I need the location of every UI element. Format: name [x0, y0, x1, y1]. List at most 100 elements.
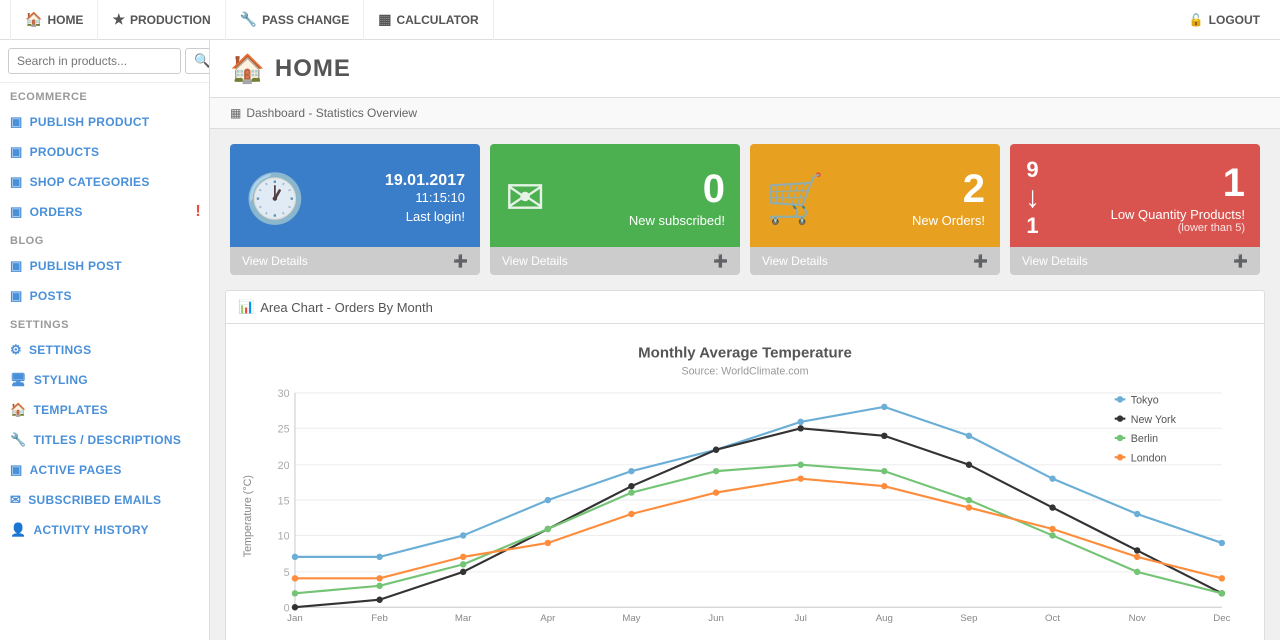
- logout-button[interactable]: 🔓 LOGOUT: [1179, 13, 1270, 27]
- chart-body: Monthly Average Temperature Source: Worl…: [226, 324, 1264, 640]
- nav-home[interactable]: 🏠 HOME: [10, 0, 98, 40]
- card-new-orders-label: New Orders!: [912, 213, 985, 228]
- num-top: 9: [1026, 159, 1038, 181]
- nav-production[interactable]: ★ PRODUCTION: [98, 0, 225, 40]
- sidebar-item-posts[interactable]: ▣ POSTS: [0, 281, 209, 311]
- sidebar-item-subscribed-emails[interactable]: ✉ SUBSCRIBED EMAILS: [0, 485, 209, 515]
- page-title: HOME: [275, 55, 351, 83]
- subscribed-emails-icon: ✉: [10, 492, 21, 508]
- top-navigation: 🏠 HOME ★ PRODUCTION 🔧 PASS CHANGE ▦ CALC…: [0, 0, 1280, 40]
- sidebar-item-posts-label: POSTS: [30, 289, 72, 303]
- svg-text:Temperature (°C): Temperature (°C): [242, 475, 254, 557]
- orders-icon: ▣: [10, 204, 23, 220]
- svg-text:15: 15: [278, 495, 290, 507]
- sidebar-item-publish-post[interactable]: ▣ PUBLISH POST: [0, 251, 209, 281]
- sidebar-item-templates-label: TEMPLATES: [34, 403, 108, 417]
- card-low-quantity: 9 ↓ 1 1 Low Quantity Products! (lower th…: [1010, 144, 1260, 275]
- arrow-numbers: 9 ↓ 1: [1025, 159, 1040, 237]
- card-new-orders-footer[interactable]: View Details ➕: [750, 247, 1000, 275]
- svg-text:Source: WorldClimate.com: Source: WorldClimate.com: [681, 366, 808, 378]
- svg-text:London: London: [1131, 453, 1167, 465]
- sidebar-item-publish-product[interactable]: ▣ PUBLISH PRODUCT: [0, 107, 209, 137]
- card-new-orders-number: 2: [912, 169, 985, 209]
- nav-calculator[interactable]: ▦ CALCULATOR: [364, 0, 493, 40]
- sidebar-item-orders[interactable]: ▣ ORDERS !: [0, 197, 209, 227]
- area-chart: Monthly Average Temperature Source: Worl…: [236, 334, 1254, 634]
- calculator-icon: ▦: [378, 11, 391, 28]
- sidebar-item-shop-categories[interactable]: ▣ SHOP CATEGORIES: [0, 167, 209, 197]
- card-new-orders-info: 2 New Orders!: [912, 169, 985, 228]
- svg-text:30: 30: [278, 388, 290, 400]
- card-last-login-footer[interactable]: View Details ➕: [230, 247, 480, 275]
- star-icon: ★: [112, 11, 125, 28]
- sidebar-item-titles-descriptions[interactable]: 🔧 TITLES / DESCRIPTIONS: [0, 425, 209, 455]
- sidebar-item-templates[interactable]: 🏠 TEMPLATES: [0, 395, 209, 425]
- svg-text:Mar: Mar: [455, 613, 472, 624]
- svg-text:Feb: Feb: [371, 613, 388, 624]
- stat-cards-row: 🕐 19.01.2017 11:15:10 Last login! View D…: [210, 129, 1280, 285]
- search-button[interactable]: 🔍: [185, 48, 210, 74]
- logout-icon: 🔓: [1189, 13, 1204, 27]
- nav-pass-change-label: PASS CHANGE: [262, 13, 349, 27]
- ecommerce-section-label: ECOMMERCE: [0, 83, 209, 107]
- card-new-subscribed-footer[interactable]: View Details ➕: [490, 247, 740, 275]
- sidebar-item-publish-product-label: PUBLISH PRODUCT: [30, 115, 150, 129]
- card-new-subscribed-number: 0: [629, 169, 725, 209]
- svg-text:Nov: Nov: [1129, 613, 1146, 624]
- orders-badge: !: [195, 203, 201, 221]
- svg-text:Dec: Dec: [1213, 613, 1230, 624]
- arrow-circle-icon-2: ➕: [973, 254, 988, 268]
- card-last-login-time: 11:15:10: [385, 190, 465, 205]
- card-low-quantity-footer[interactable]: View Details ➕: [1010, 247, 1260, 275]
- card-new-subscribed-info: 0 New subscribed!: [629, 169, 725, 228]
- breadcrumb-text: Dashboard - Statistics Overview: [246, 106, 417, 120]
- search-icon: 🔍: [194, 53, 210, 68]
- publish-post-icon: ▣: [10, 258, 23, 274]
- sidebar-item-products[interactable]: ▣ PRODUCTS: [0, 137, 209, 167]
- card-low-quantity-label: Low Quantity Products!: [1111, 207, 1245, 222]
- page-header: 🏠 HOME: [210, 40, 1280, 98]
- sidebar-item-publish-post-label: PUBLISH POST: [30, 259, 122, 273]
- card-low-quantity-info: 1 Low Quantity Products! (lower than 5): [1111, 163, 1245, 234]
- svg-text:Jun: Jun: [708, 613, 724, 624]
- wrench-icon: 🔧: [240, 11, 257, 28]
- svg-text:Sep: Sep: [960, 613, 977, 624]
- envelope-icon: ✉: [505, 170, 545, 226]
- sidebar-item-shop-categories-label: SHOP CATEGORIES: [30, 175, 150, 189]
- svg-text:Berlin: Berlin: [1131, 433, 1158, 445]
- svg-text:Tokyo: Tokyo: [1131, 395, 1159, 407]
- svg-text:Apr: Apr: [540, 613, 556, 624]
- card-last-login-label: Last login!: [385, 209, 465, 224]
- posts-icon: ▣: [10, 288, 23, 304]
- templates-icon: 🏠: [10, 402, 27, 418]
- active-pages-icon: ▣: [10, 462, 23, 478]
- sidebar-item-styling[interactable]: 🖥 STYLING: [0, 365, 209, 395]
- card-last-login: 🕐 19.01.2017 11:15:10 Last login! View D…: [230, 144, 480, 275]
- nav-pass-change[interactable]: 🔧 PASS CHANGE: [226, 0, 365, 40]
- sidebar-item-activity-history[interactable]: 👤 ACTIVITY HISTORY: [0, 515, 209, 545]
- sidebar-item-settings[interactable]: ⚙ SETTINGS: [0, 335, 209, 365]
- card-last-login-body: 🕐 19.01.2017 11:15:10 Last login!: [230, 144, 480, 247]
- card-low-quantity-footer-label: View Details: [1022, 254, 1088, 268]
- chart-section: 📊 Area Chart - Orders By Month Monthly A…: [225, 290, 1265, 640]
- svg-text:May: May: [622, 613, 640, 624]
- svg-text:Monthly Average Temperature: Monthly Average Temperature: [638, 345, 852, 362]
- search-input[interactable]: [8, 48, 181, 74]
- arrow-circle-icon-1: ➕: [713, 254, 728, 268]
- card-low-quantity-sublabel: (lower than 5): [1111, 222, 1245, 234]
- card-new-orders-body: 🛒 2 New Orders!: [750, 144, 1000, 247]
- svg-text:New York: New York: [1131, 414, 1177, 426]
- svg-text:Aug: Aug: [876, 613, 893, 624]
- num-bottom: 1: [1026, 215, 1038, 237]
- titles-icon: 🔧: [10, 432, 27, 448]
- nav-production-label: PRODUCTION: [130, 13, 211, 27]
- card-last-login-date: 19.01.2017: [385, 172, 465, 190]
- sidebar-item-active-pages[interactable]: ▣ ACTIVE PAGES: [0, 455, 209, 485]
- breadcrumb: ▦ Dashboard - Statistics Overview: [210, 98, 1280, 129]
- arrow-circle-icon-0: ➕: [453, 254, 468, 268]
- svg-text:20: 20: [278, 460, 290, 472]
- chart-header: 📊 Area Chart - Orders By Month: [226, 291, 1264, 324]
- sidebar-item-active-pages-label: ACTIVE PAGES: [30, 463, 122, 477]
- arrow-circle-icon-3: ➕: [1233, 254, 1248, 268]
- card-new-orders: 🛒 2 New Orders! View Details ➕: [750, 144, 1000, 275]
